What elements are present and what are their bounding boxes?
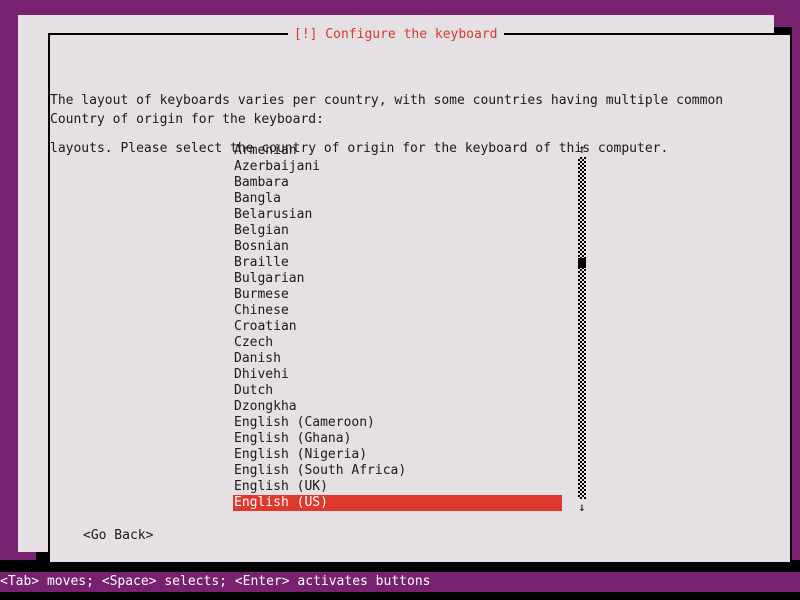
list-item[interactable]: Dhivehi — [233, 367, 563, 383]
list-item[interactable]: Czech — [233, 335, 563, 351]
list-item[interactable]: Chinese — [233, 303, 563, 319]
list-item[interactable]: Croatian — [233, 319, 563, 335]
scroll-down-arrow-icon[interactable]: ↓ — [574, 499, 590, 515]
list-item[interactable]: Armenian — [233, 143, 563, 159]
list-item[interactable]: Bulgarian — [233, 271, 563, 287]
country-prompt-label: Country of origin for the keyboard: — [50, 112, 324, 127]
list-item[interactable]: English (Nigeria) — [233, 447, 563, 463]
list-item[interactable]: Burmese — [233, 287, 563, 303]
list-item[interactable]: Belarusian — [233, 207, 563, 223]
dialog-outer-panel: [!] Configure the keyboard The layout of… — [18, 15, 792, 564]
list-item[interactable]: Danish — [233, 351, 563, 367]
scrollbar-track[interactable] — [578, 157, 586, 499]
installer-screen: [!] Configure the keyboard The layout of… — [0, 0, 800, 600]
list-item[interactable]: Belgian — [233, 223, 563, 239]
list-item-selected[interactable]: English (US) — [233, 495, 562, 511]
go-back-button[interactable]: <Go Back> — [83, 528, 153, 544]
country-list[interactable]: Armenian Azerbaijani Bambara Bangla Belarusi… — [233, 143, 563, 511]
status-bar: <Tab> moves; <Space> selects; <Enter> ac… — [0, 572, 800, 592]
list-item[interactable]: English (South Africa) — [233, 463, 563, 479]
scroll-up-arrow-icon[interactable]: ↑ — [574, 141, 590, 157]
description-line-1: The layout of keyboards varies per count… — [50, 93, 724, 108]
page-title: [!] Configure the keyboard — [294, 27, 498, 42]
list-item[interactable]: English (UK) — [233, 479, 563, 495]
list-item[interactable]: English (Cameroon) — [233, 415, 563, 431]
list-item[interactable]: Braille — [233, 255, 563, 271]
list-item[interactable]: Dutch — [233, 383, 563, 399]
dialog-title-bar: [!] Configure the keyboard — [288, 26, 504, 44]
list-scrollbar[interactable]: ↑ ↓ — [574, 141, 590, 515]
list-item[interactable]: Azerbaijani — [233, 159, 563, 175]
list-item[interactable]: Dzongkha — [233, 399, 563, 415]
list-item[interactable]: English (Ghana) — [233, 431, 563, 447]
list-item[interactable]: Bambara — [233, 175, 563, 191]
list-item[interactable]: Bangla — [233, 191, 563, 207]
scrollbar-thumb[interactable] — [578, 258, 586, 268]
list-item[interactable]: Bosnian — [233, 239, 563, 255]
